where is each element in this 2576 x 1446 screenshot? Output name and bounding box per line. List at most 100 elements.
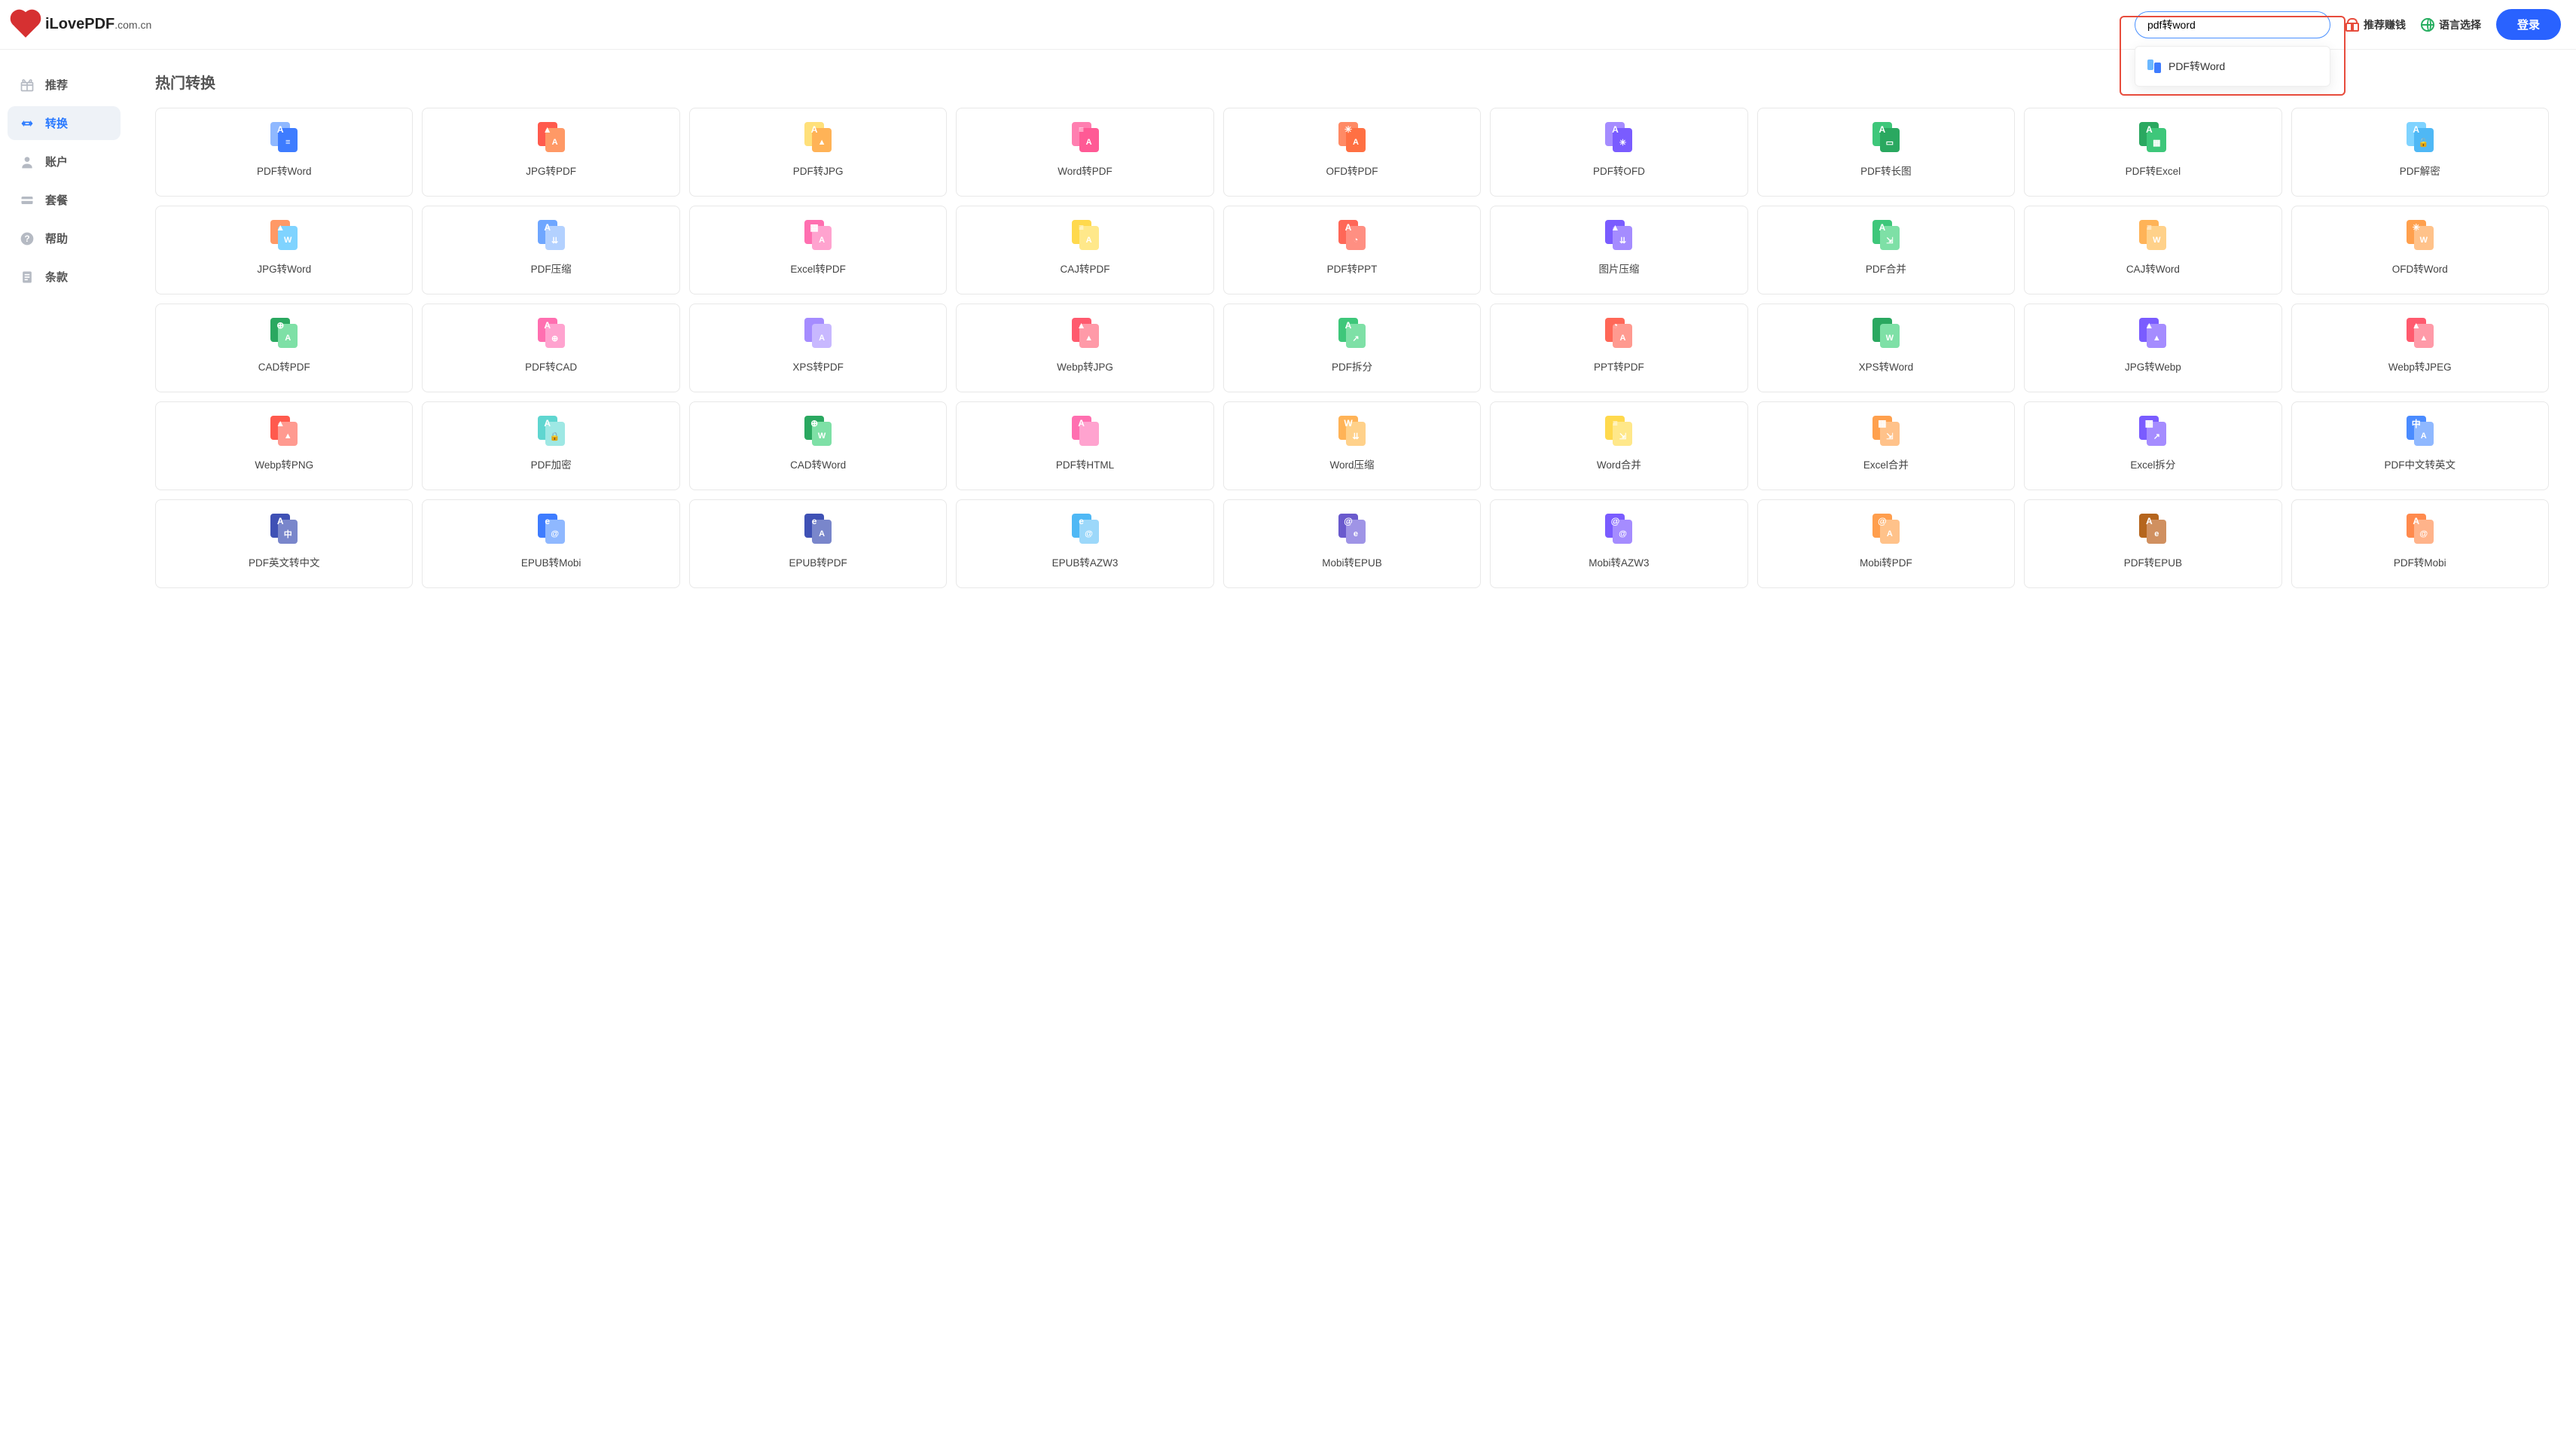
svg-text:?: ? — [24, 234, 29, 244]
tool-label: OFD转PDF — [1326, 163, 1378, 178]
tool-card[interactable]: ≡ A Word转PDF — [956, 108, 1213, 197]
tool-card[interactable]: ▦ A Excel转PDF — [689, 206, 947, 294]
sidebar-item-label: 转换 — [45, 115, 68, 131]
tool-card[interactable]: A 🔓 PDF解密 — [2291, 108, 2549, 197]
tool-card[interactable]: ≡ ⇲ Word合并 — [1490, 401, 1747, 490]
language-select[interactable]: 语言选择 — [2421, 17, 2481, 32]
tool-icon: ≡ A — [1069, 220, 1102, 250]
tool-icon: A ▭ — [1869, 122, 1903, 152]
tool-card[interactable]: ▲ A JPG转PDF — [422, 108, 679, 197]
tool-label: EPUB转AZW3 — [1052, 554, 1119, 569]
tool-card[interactable]: A ↗ PDF拆分 — [1223, 304, 1481, 392]
tool-icon: e @ — [1069, 514, 1102, 544]
tool-label: PDF转CAD — [525, 358, 577, 374]
tool-card[interactable]: ▲ ▲ Webp转JPG — [956, 304, 1213, 392]
sidebar-item-gift[interactable]: 推荐 — [8, 68, 121, 102]
tool-label: Word转PDF — [1058, 163, 1113, 178]
sidebar-item-doc[interactable]: 条款 — [8, 260, 121, 294]
tool-icon: ≡ ⇲ — [1602, 416, 1635, 446]
tool-label: Webp转PNG — [255, 456, 313, 471]
tool-icon: A ↗ — [1335, 318, 1369, 348]
tool-card[interactable]: A e PDF转EPUB — [2024, 499, 2281, 588]
tool-label: Excel转PDF — [790, 261, 846, 276]
sidebar-item-label: 推荐 — [45, 77, 68, 93]
sidebar-item-swap[interactable]: 转换 — [8, 106, 121, 140]
tool-card[interactable]: A ✳ PDF转OFD — [1490, 108, 1747, 197]
tool-card[interactable]: A ▲ PDF转JPG — [689, 108, 947, 197]
tool-card[interactable]: A ⇲ PDF合并 — [1757, 206, 2015, 294]
tool-card[interactable]: ⊕ A CAD转PDF — [155, 304, 413, 392]
tool-icon: A 🔓 — [2404, 122, 2437, 152]
tool-label: 图片压缩 — [1598, 261, 1639, 276]
tool-card[interactable]: A 中 PDF英文转中文 — [155, 499, 413, 588]
logo[interactable]: iLovePDF.com.cn — [15, 14, 151, 35]
tool-card[interactable]: @ @ Mobi转AZW3 — [1490, 499, 1747, 588]
tool-label: PDF转Mobi — [2394, 554, 2446, 569]
tool-icon: ▲ A — [535, 122, 568, 152]
tool-card[interactable]: A ≡ PDF转Word — [155, 108, 413, 197]
recommend-earn-link[interactable]: 推荐赚钱 — [2346, 17, 2406, 32]
tool-icon: ≡ W — [2136, 220, 2169, 250]
tool-card[interactable]: 中 A PDF中文转英文 — [2291, 401, 2549, 490]
tool-card[interactable]: ▲ W JPG转Word — [155, 206, 413, 294]
tool-card[interactable]: A @ PDF转Mobi — [2291, 499, 2549, 588]
gift-icon — [2346, 18, 2359, 32]
tool-card[interactable]: ▲ ▲ JPG转Webp — [2024, 304, 2281, 392]
tool-icon: A 🔒 — [535, 416, 568, 446]
user-icon — [20, 154, 35, 169]
tool-label: Word压缩 — [1329, 456, 1374, 471]
tool-card[interactable]: @ e Mobi转EPUB — [1223, 499, 1481, 588]
tool-card[interactable]: A ◔ PDF转PPT — [1223, 206, 1481, 294]
tool-icon: A ✳ — [1602, 122, 1635, 152]
tool-card[interactable]: ✳ W OFD转Word — [2291, 206, 2549, 294]
sidebar-item-label: 账户 — [45, 154, 68, 169]
tool-label: PDF转EPUB — [2124, 554, 2182, 569]
sidebar-item-user[interactable]: 账户 — [8, 145, 121, 178]
tool-icon: e @ — [535, 514, 568, 544]
tool-card[interactable]: ▲ ⇊ 图片压缩 — [1490, 206, 1747, 294]
tool-card[interactable]: ≡ W CAJ转Word — [2024, 206, 2281, 294]
tool-card[interactable]: ≡ A CAJ转PDF — [956, 206, 1213, 294]
tool-icon: ▦ A — [801, 220, 835, 250]
search-suggestion-item[interactable]: PDF转Word — [2135, 51, 2330, 81]
tool-label: PDF拆分 — [1332, 358, 1372, 374]
tool-label: PDF中文转英文 — [2385, 456, 2456, 471]
tool-card[interactable]: ▲ ▲ Webp转JPEG — [2291, 304, 2549, 392]
tool-icon: 中 A — [2404, 416, 2437, 446]
search-input[interactable] — [2135, 11, 2330, 38]
tool-icon: ▲ ▲ — [267, 416, 301, 446]
tool-label: Excel拆分 — [2130, 456, 2175, 471]
tool-label: CAJ转Word — [2126, 261, 2180, 276]
tool-card[interactable]: e A EPUB转PDF — [689, 499, 947, 588]
tool-card[interactable]: A XPS转PDF — [689, 304, 947, 392]
tool-card[interactable]: ⊕ W CAD转Word — [689, 401, 947, 490]
tool-icon: ▲ ▲ — [1069, 318, 1102, 348]
sidebar-item-label: 帮助 — [45, 230, 68, 246]
tool-card[interactable]: ✳ A OFD转PDF — [1223, 108, 1481, 197]
tool-card[interactable]: W ⇊ Word压缩 — [1223, 401, 1481, 490]
tool-card[interactable]: ▲ ▲ Webp转PNG — [155, 401, 413, 490]
tool-card[interactable]: W XPS转Word — [1757, 304, 2015, 392]
tool-icon: ▦ ↗ — [2136, 416, 2169, 446]
tool-icon: A e — [2136, 514, 2169, 544]
tool-card[interactable]: A ▭ PDF转长图 — [1757, 108, 2015, 197]
sidebar-item-card[interactable]: 套餐 — [8, 183, 121, 217]
tool-card[interactable]: ▦ ↗ Excel拆分 — [2024, 401, 2281, 490]
tool-card[interactable]: A ⇊ PDF压缩 — [422, 206, 679, 294]
globe-icon — [2421, 18, 2434, 32]
tool-card[interactable]: e @ EPUB转AZW3 — [956, 499, 1213, 588]
tool-card[interactable]: ◔ A PPT转PDF — [1490, 304, 1747, 392]
tool-label: Word合并 — [1597, 456, 1641, 471]
tool-card[interactable]: A ⊕ PDF转CAD — [422, 304, 679, 392]
tool-card[interactable]: ▦ ⇲ Excel合并 — [1757, 401, 2015, 490]
heart-icon — [13, 12, 38, 38]
header: iLovePDF.com.cn PDF转Word 推荐赚钱 语言选择 — [0, 0, 2576, 50]
tool-card[interactable]: A ▦ PDF转Excel — [2024, 108, 2281, 197]
tool-card[interactable]: A PDF转HTML — [956, 401, 1213, 490]
login-button[interactable]: 登录 — [2496, 9, 2561, 40]
sidebar-item-help[interactable]: ? 帮助 — [8, 221, 121, 255]
tool-card[interactable]: A 🔒 PDF加密 — [422, 401, 679, 490]
tool-icon: A ⇲ — [1869, 220, 1903, 250]
tool-card[interactable]: e @ EPUB转Mobi — [422, 499, 679, 588]
tool-card[interactable]: @ A Mobi转PDF — [1757, 499, 2015, 588]
